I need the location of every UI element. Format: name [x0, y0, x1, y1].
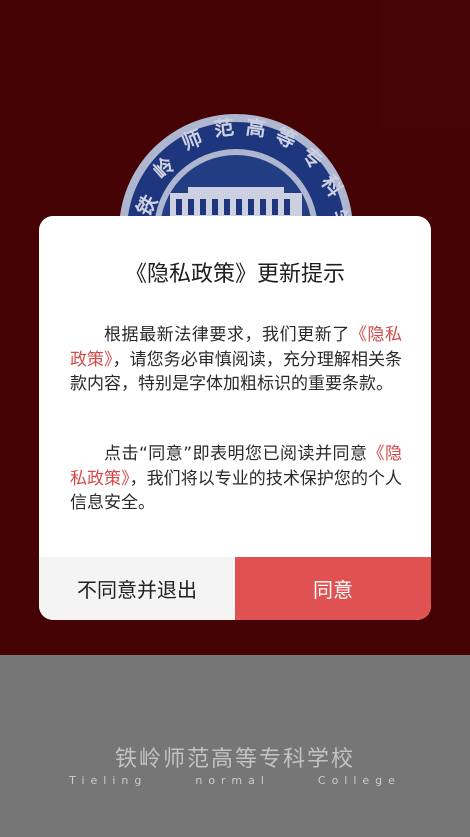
agree-button[interactable]: 同意 — [235, 557, 431, 620]
privacy-update-dialog: 《隐私政策》更新提示 根据最新法律要求，我们更新了《隐私政策》，请您务必审慎阅读… — [39, 216, 431, 620]
dialog-paragraph-1: 根据最新法律要求，我们更新了《隐私政策》，请您务必审慎阅读，充分理解相关条款内容… — [70, 325, 403, 394]
disagree-exit-button[interactable]: 不同意并退出 — [39, 557, 235, 620]
dialog-title: 《隐私政策》更新提示 — [124, 262, 345, 287]
dialog-paragraph-2: 点击“同意”即表明您已阅读并同意《隐私政策》，我们将以专业的技术保护您的个人信息… — [70, 444, 403, 513]
dialog-button-row: 不同意并退出 同意 — [39, 557, 431, 620]
